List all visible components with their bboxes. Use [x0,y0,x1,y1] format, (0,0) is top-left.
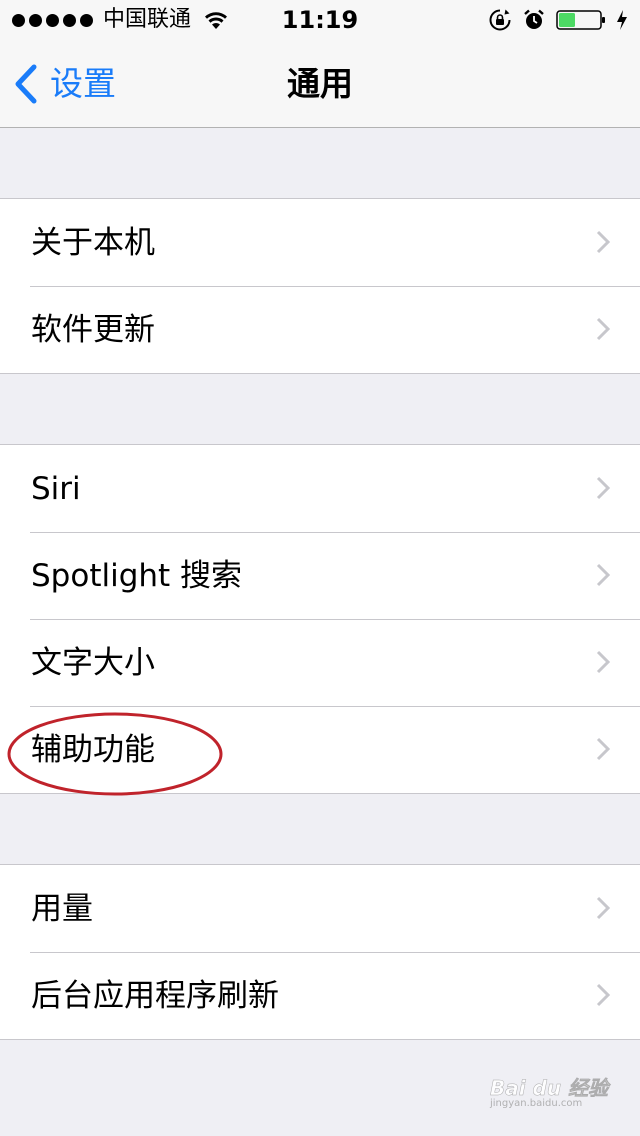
row-label: 后台应用程序刷新 [31,977,279,1014]
chevron-right-icon [596,563,610,587]
status-right [488,6,628,34]
row-accessibility[interactable]: 辅助功能 [0,706,640,796]
chevron-right-icon [596,317,610,341]
chevron-right-icon [596,896,610,920]
alarm-icon [524,9,544,29]
chevron-right-icon [596,650,610,674]
battery-icon [556,10,605,30]
row-spotlight-search[interactable]: Spotlight 搜索 [0,532,640,619]
charging-bolt-icon [617,10,627,30]
watermark-text: Bai du 经验 [490,1076,609,1101]
page-title: 通用 [287,64,353,103]
row-usage[interactable]: 用量 [0,865,640,952]
row-label: 软件更新 [31,311,155,348]
row-label: 文字大小 [31,644,155,681]
chevron-right-icon [596,737,610,761]
settings-group-usage: 用量 后台应用程序刷新 [0,864,640,1040]
settings-group-features: Siri Spotlight 搜索 文字大小 辅助功能 [0,444,640,796]
rotation-lock-icon [489,9,511,31]
chevron-right-icon [596,476,610,500]
status-bar: 中国联通 11:19 [0,0,640,40]
row-text-size[interactable]: 文字大小 [0,619,640,706]
chevron-right-icon [596,983,610,1007]
row-software-update[interactable]: 软件更新 [0,286,640,373]
row-label: Siri [31,470,81,507]
row-siri[interactable]: Siri [0,445,640,532]
row-label: Spotlight 搜索 [31,557,243,594]
navigation-bar: 设置 通用 [0,40,640,128]
settings-list: 关于本机 软件更新 Siri Spotlight 搜索 文字大小 辅助功能 用量… [0,128,640,1040]
row-label: 辅助功能 [31,731,155,768]
row-about-device[interactable]: 关于本机 [0,199,640,286]
row-background-app-refresh[interactable]: 后台应用程序刷新 [0,952,640,1039]
row-label: 用量 [31,890,93,927]
watermark: Bai du 经验 jingyan.baidu.com [490,1072,610,1116]
chevron-right-icon [596,230,610,254]
settings-group-about: 关于本机 软件更新 [0,198,640,374]
watermark-subtext: jingyan.baidu.com [490,1098,583,1109]
row-label: 关于本机 [31,224,155,261]
